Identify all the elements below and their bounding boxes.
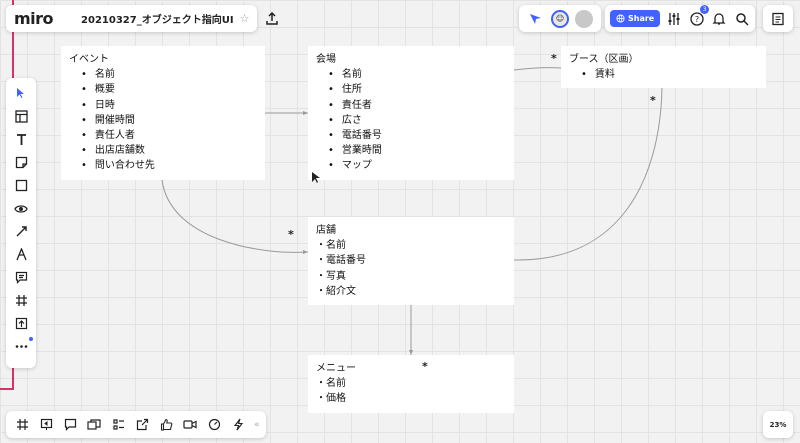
timer-icon[interactable]	[204, 415, 224, 435]
globe-icon	[616, 14, 625, 23]
cards-icon[interactable]	[84, 415, 104, 435]
note-title: 店舗	[316, 225, 336, 236]
note-title: イベント	[69, 54, 109, 65]
collaborators-panel: ☺	[519, 5, 601, 32]
frame-tool-icon[interactable]	[10, 291, 32, 309]
list-item: 電話番号	[316, 253, 506, 268]
bottom-toolbar: «	[6, 411, 266, 438]
collapse-chevron-icon[interactable]: «	[254, 420, 260, 430]
list-item: 電話番号	[328, 128, 506, 143]
list-item: 営業時間	[328, 143, 506, 158]
avatar[interactable]	[575, 9, 593, 28]
note-title: 会場	[316, 54, 336, 65]
note-venue[interactable]: 会場 名前 住所 責任者 広さ 電話番号 営業時間 マップ	[308, 46, 514, 180]
upload-icon[interactable]	[10, 314, 32, 332]
open-external-icon[interactable]	[132, 415, 152, 435]
avatar[interactable]: ☺	[551, 9, 569, 28]
sticky-note-icon[interactable]	[10, 153, 32, 171]
help-icon[interactable]: ? 3	[689, 4, 710, 29]
list-item: 出店店舗数	[81, 143, 257, 158]
zoom-level[interactable]: 23%	[763, 411, 793, 438]
more-tools-icon[interactable]	[10, 337, 33, 355]
note-event[interactable]: イベント 名前 概要 日時 開催時間 責任人者 出店店舗数 問い合わせ先	[61, 46, 265, 180]
board-title[interactable]: 20210327_オブジェクト指向UI	[81, 11, 234, 26]
top-actions: Share ? 3	[605, 4, 755, 32]
list-item: 賃料	[581, 67, 758, 82]
lightning-icon[interactable]	[228, 415, 248, 435]
export-icon[interactable]	[265, 9, 279, 29]
board-menu-button[interactable]	[763, 5, 793, 32]
frames-icon[interactable]	[12, 415, 32, 435]
list-item: 名前	[81, 67, 257, 82]
list-item: 名前	[316, 376, 506, 391]
board-header: miro 20210327_オブジェクト指向UI ☆	[6, 5, 279, 32]
svg-text:?: ?	[695, 15, 699, 24]
list-item: 写真	[316, 269, 506, 284]
multiplicity-label: *	[422, 360, 428, 373]
search-icon[interactable]	[734, 9, 750, 29]
list-item: 名前	[316, 238, 506, 253]
bell-icon[interactable]	[711, 9, 727, 29]
mouse-cursor-icon	[312, 172, 320, 183]
share-button[interactable]: Share	[610, 10, 661, 27]
kanban-icon[interactable]	[108, 415, 128, 435]
list-item: 責任者	[328, 98, 506, 113]
comments-icon[interactable]	[60, 415, 80, 435]
new-indicator	[29, 337, 33, 341]
connector-line-icon[interactable]	[10, 222, 32, 240]
list-item: 紹介文	[316, 284, 506, 299]
multiplicity-label: *	[650, 94, 656, 107]
multiplicity-label: *	[288, 228, 294, 241]
list-icon	[772, 12, 784, 25]
shape-tool-icon[interactable]	[10, 176, 32, 194]
presentation-icon[interactable]	[36, 415, 56, 435]
notification-badge: 3	[700, 4, 710, 14]
note-title: ブース（区画）	[569, 54, 639, 65]
star-icon[interactable]: ☆	[240, 12, 250, 25]
list-item: 広さ	[328, 113, 506, 128]
select-tool-icon[interactable]	[10, 84, 32, 102]
list-item: 開催時間	[81, 113, 257, 128]
reactions-icon[interactable]	[525, 9, 545, 29]
note-store[interactable]: 店舗 名前 電話番号 写真 紹介文	[308, 217, 514, 305]
eye-icon[interactable]	[10, 199, 32, 217]
thumbs-up-icon[interactable]	[156, 415, 176, 435]
pen-tool-icon[interactable]	[10, 245, 32, 263]
left-toolbar	[6, 78, 36, 368]
multiplicity-label: *	[551, 52, 557, 65]
note-menu[interactable]: メニュー 名前 価格	[308, 355, 514, 413]
list-item: 概要	[81, 82, 257, 97]
templates-icon[interactable]	[10, 107, 32, 125]
list-item: 価格	[316, 391, 506, 406]
miro-logo[interactable]: miro	[14, 9, 54, 28]
share-label: Share	[628, 14, 655, 23]
list-item: 問い合わせ先	[81, 158, 257, 173]
list-item: 名前	[328, 67, 506, 82]
settings-sliders-icon[interactable]	[666, 9, 682, 29]
connector-venue-booth	[513, 67, 562, 71]
list-item: 責任人者	[81, 128, 257, 143]
comment-icon[interactable]	[10, 268, 32, 286]
video-icon[interactable]	[180, 415, 200, 435]
connector-store-booth	[513, 87, 663, 261]
list-item: 日時	[81, 98, 257, 113]
note-title: メニュー	[316, 363, 356, 374]
note-booth[interactable]: ブース（区画） 賃料	[561, 46, 766, 88]
list-item: マップ	[328, 158, 506, 173]
connector-event-store	[161, 179, 309, 253]
text-tool-icon[interactable]	[10, 130, 32, 148]
list-item: 住所	[328, 82, 506, 97]
